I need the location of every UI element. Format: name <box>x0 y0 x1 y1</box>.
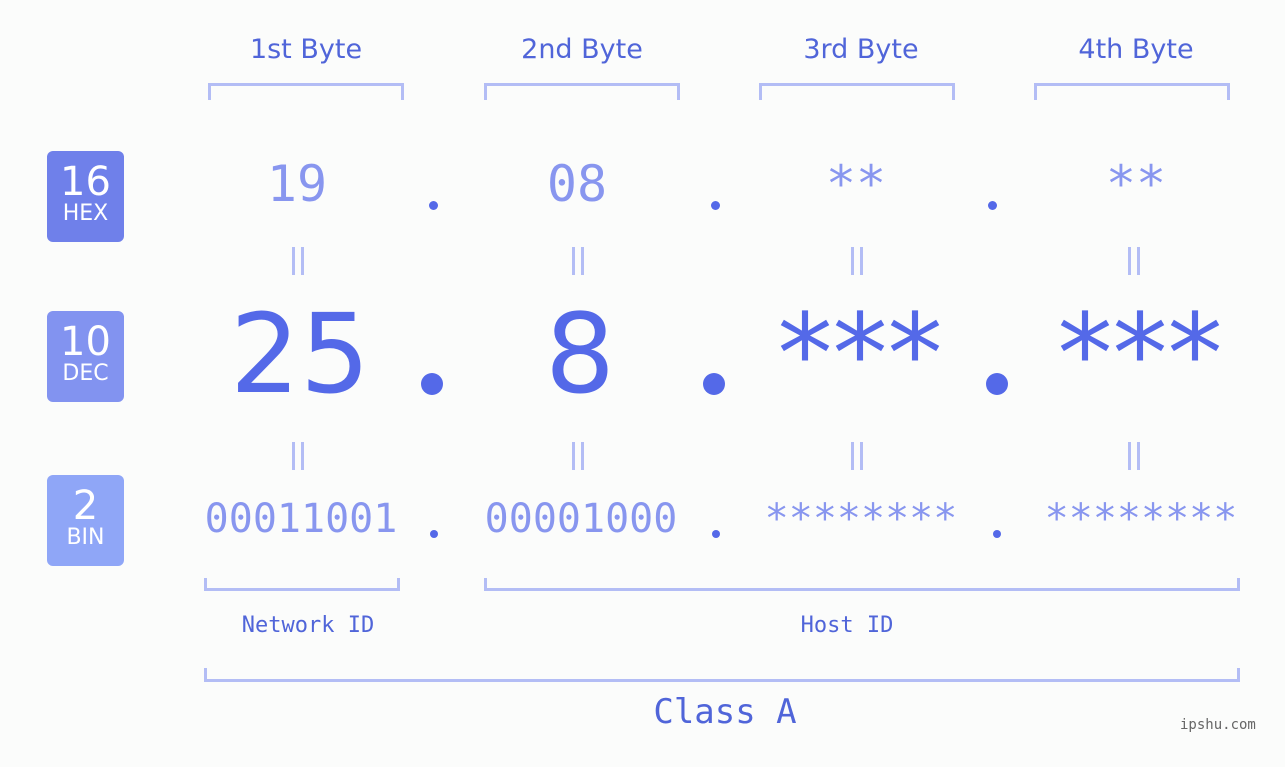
bin-badge-label: BIN <box>66 525 105 550</box>
hex-separator-dot <box>429 201 438 210</box>
hex-byte-1: 19 <box>266 155 328 213</box>
dec-separator-dot <box>421 373 443 395</box>
dec-badge-number: 10 <box>60 319 111 365</box>
class-label: Class A <box>653 692 797 732</box>
equals-icon <box>848 442 868 470</box>
hex-badge: 16 HEX <box>47 151 124 242</box>
hex-byte-3: ** <box>825 155 887 213</box>
host-id-bracket <box>484 578 1240 591</box>
dec-badge-label: DEC <box>62 361 109 386</box>
equals-icon <box>289 442 309 470</box>
bin-separator-dot <box>993 530 1001 538</box>
hex-byte-2: 08 <box>546 155 608 213</box>
network-id-label: Network ID <box>241 613 375 638</box>
equals-icon <box>1125 247 1145 275</box>
equals-icon <box>848 247 868 275</box>
hex-byte-4: ** <box>1105 155 1167 213</box>
bin-badge: 2 BIN <box>47 475 124 566</box>
dec-separator-dot <box>986 373 1008 395</box>
dec-byte-2: 8 <box>545 290 615 418</box>
byte-header-3: 3rd Byte <box>803 34 919 65</box>
byte-bracket-4 <box>1034 83 1230 100</box>
equals-icon <box>289 247 309 275</box>
hex-separator-dot <box>711 201 720 210</box>
class-bracket <box>204 668 1240 682</box>
equals-icon <box>569 247 589 275</box>
dec-byte-1: 25 <box>230 290 370 418</box>
dec-badge: 10 DEC <box>47 311 124 402</box>
watermark: ipshu.com <box>1180 717 1256 733</box>
byte-bracket-1 <box>208 83 404 100</box>
byte-header-2: 2nd Byte <box>521 34 643 65</box>
network-id-bracket <box>204 578 400 591</box>
dec-byte-3: *** <box>777 290 943 418</box>
bin-byte-1: 00011001 <box>204 496 398 542</box>
host-id-label: Host ID <box>800 613 894 638</box>
dec-separator-dot <box>703 373 725 395</box>
hex-badge-label: HEX <box>62 201 109 226</box>
bin-byte-3: ******** <box>764 496 958 542</box>
bin-separator-dot <box>712 530 720 538</box>
byte-header-1: 1st Byte <box>249 34 363 65</box>
byte-header-4: 4th Byte <box>1078 34 1194 65</box>
bin-separator-dot <box>430 530 438 538</box>
bin-byte-4: ******** <box>1044 496 1238 542</box>
byte-bracket-2 <box>484 83 680 100</box>
hex-badge-number: 16 <box>60 159 111 205</box>
bin-badge-number: 2 <box>72 483 99 529</box>
equals-icon <box>569 442 589 470</box>
byte-bracket-3 <box>759 83 955 100</box>
hex-separator-dot <box>988 201 997 210</box>
equals-icon <box>1125 442 1145 470</box>
dec-byte-4: *** <box>1057 290 1223 418</box>
bin-byte-2: 00001000 <box>484 496 678 542</box>
